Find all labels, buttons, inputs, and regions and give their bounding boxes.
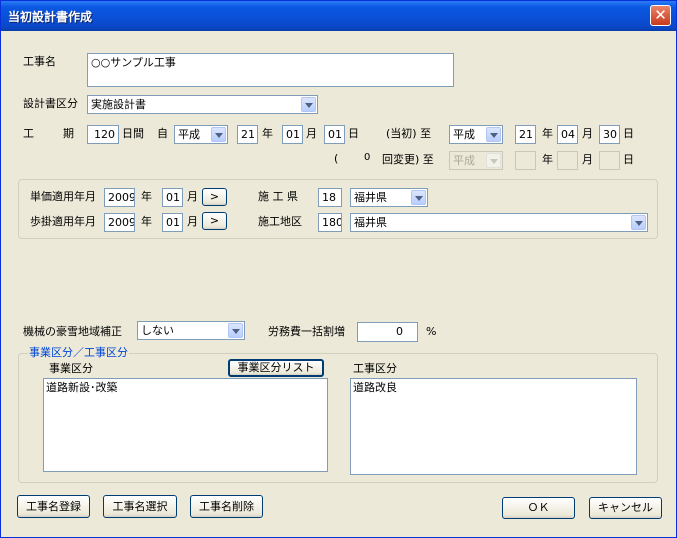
prefecture-value: 福井県 bbox=[354, 191, 387, 204]
start-era-value: 平成 bbox=[178, 128, 200, 141]
end-era-select[interactable]: 平成 bbox=[449, 125, 503, 144]
delete-name-button[interactable]: 工事名削除 bbox=[190, 495, 263, 518]
design-type-value: 実施設計書 bbox=[91, 98, 146, 111]
revision-era-select: 平成 bbox=[449, 151, 503, 170]
revision-count: 0 bbox=[364, 152, 371, 163]
revision-month-unit: 月 bbox=[582, 153, 593, 166]
chevron-down-icon[interactable] bbox=[301, 97, 316, 112]
work-category-list[interactable]: 道路改良 bbox=[350, 378, 637, 475]
business-category-list[interactable]: 道路新設･改築 bbox=[43, 378, 328, 472]
chevron-down-icon[interactable] bbox=[228, 323, 243, 338]
design-type-label: 設計書区分 bbox=[23, 97, 78, 110]
unit-price-month-unit: 月 bbox=[187, 190, 198, 203]
labor-increase-label: 労務費一括割増 bbox=[268, 325, 345, 338]
cancel-button[interactable]: キャンセル bbox=[589, 497, 662, 519]
business-category-list-button[interactable]: 事業区分リスト bbox=[228, 359, 324, 377]
revision-year-unit: 年 bbox=[542, 153, 553, 166]
from-label: 自 bbox=[157, 127, 168, 140]
snow-correction-select[interactable]: しない bbox=[137, 321, 245, 340]
initial-to-label: (当初) 至 bbox=[386, 127, 432, 140]
title-bar[interactable]: 当初設計書作成 ✕ bbox=[1, 1, 676, 31]
business-category-label: 事業区分 bbox=[49, 362, 93, 375]
revision-day-unit: 日 bbox=[623, 153, 634, 166]
design-type-select[interactable]: 実施設計書 bbox=[87, 95, 318, 114]
list-item[interactable]: 道路改良 bbox=[353, 381, 634, 395]
labor-rate-month-unit: 月 bbox=[187, 215, 198, 228]
unit-price-month-field[interactable]: 01 bbox=[162, 188, 183, 207]
area-label: 施工地区 bbox=[258, 215, 302, 228]
chevron-down-icon[interactable] bbox=[411, 190, 426, 205]
labor-increase-unit: % bbox=[426, 325, 437, 338]
labor-increase-field[interactable]: 0 bbox=[357, 322, 418, 342]
end-day-field[interactable]: 30 bbox=[599, 125, 620, 144]
area-code-field[interactable]: 180 bbox=[318, 213, 342, 232]
category-group-title: 事業区分／工事区分 bbox=[28, 346, 129, 360]
labor-rate-picker-button[interactable]: > bbox=[202, 212, 227, 230]
revision-month-field bbox=[557, 151, 578, 170]
labor-rate-year-field[interactable]: 2009 bbox=[104, 213, 135, 232]
unit-price-picker-button[interactable]: > bbox=[202, 188, 227, 206]
snow-correction-value: しない bbox=[141, 324, 174, 337]
end-day-unit: 日 bbox=[623, 127, 634, 140]
work-category-label: 工事区分 bbox=[353, 362, 397, 375]
revision-to-label: 回変更) 至 bbox=[382, 153, 434, 166]
list-item[interactable]: 道路新設･改築 bbox=[46, 381, 325, 395]
construction-name-field[interactable]: ○○サンプル工事 bbox=[87, 53, 454, 87]
period-label-ki: 期 bbox=[63, 127, 74, 140]
end-year-field[interactable]: 21 bbox=[515, 125, 536, 144]
start-year-unit: 年 bbox=[262, 127, 273, 140]
revision-day-field bbox=[599, 151, 620, 170]
start-day-unit: 日 bbox=[348, 127, 359, 140]
unit-price-year-field[interactable]: 2009 bbox=[104, 188, 135, 207]
chevron-down-icon[interactable] bbox=[486, 127, 501, 142]
period-days-field[interactable]: 120 bbox=[87, 125, 119, 144]
chevron-down-icon[interactable] bbox=[211, 127, 226, 142]
labor-rate-month-field[interactable]: 01 bbox=[162, 213, 183, 232]
end-year-unit: 年 bbox=[542, 127, 553, 140]
labor-rate-date-label: 歩掛適用年月 bbox=[30, 215, 96, 228]
start-month-field[interactable]: 01 bbox=[282, 125, 303, 144]
prefecture-code-field[interactable]: 18 bbox=[318, 188, 342, 207]
period-label-ko: 工 bbox=[23, 127, 34, 140]
labor-rate-year-unit: 年 bbox=[141, 215, 152, 228]
close-icon: ✕ bbox=[654, 6, 667, 24]
window-title: 当初設計書作成 bbox=[8, 10, 93, 24]
select-name-button[interactable]: 工事名選択 bbox=[103, 495, 177, 518]
days-unit-label: 日間 bbox=[122, 127, 144, 140]
start-year-field[interactable]: 21 bbox=[237, 125, 258, 144]
revision-era-value: 平成 bbox=[453, 154, 475, 167]
revision-year-field bbox=[515, 151, 536, 170]
prefecture-select[interactable]: 福井県 bbox=[350, 188, 428, 207]
ok-button[interactable]: ＯＫ bbox=[502, 497, 575, 519]
construction-name-label: 工事名 bbox=[23, 55, 56, 68]
area-value: 福井県 bbox=[354, 216, 387, 229]
unit-price-year-unit: 年 bbox=[141, 190, 152, 203]
end-month-field[interactable]: 04 bbox=[557, 125, 578, 144]
start-era-select[interactable]: 平成 bbox=[174, 125, 228, 144]
start-month-unit: 月 bbox=[306, 127, 317, 140]
area-select[interactable]: 福井県 bbox=[350, 213, 648, 232]
snow-correction-label: 機械の豪雪地域補正 bbox=[23, 325, 122, 338]
end-month-unit: 月 bbox=[582, 127, 593, 140]
revision-open-paren: ( bbox=[334, 152, 339, 165]
unit-price-date-label: 単価適用年月 bbox=[30, 190, 96, 203]
chevron-down-icon[interactable] bbox=[631, 215, 646, 230]
end-era-value: 平成 bbox=[453, 128, 475, 141]
dialog-window: 当初設計書作成 ✕ 工事名 ○○サンプル工事 設計書区分 実施設計書 工 期 1… bbox=[0, 0, 677, 538]
start-day-field[interactable]: 01 bbox=[324, 125, 345, 144]
chevron-down-icon bbox=[486, 153, 501, 168]
register-name-button[interactable]: 工事名登録 bbox=[17, 495, 90, 518]
close-button[interactable]: ✕ bbox=[650, 5, 671, 26]
prefecture-label: 施 工 県 bbox=[258, 190, 298, 203]
